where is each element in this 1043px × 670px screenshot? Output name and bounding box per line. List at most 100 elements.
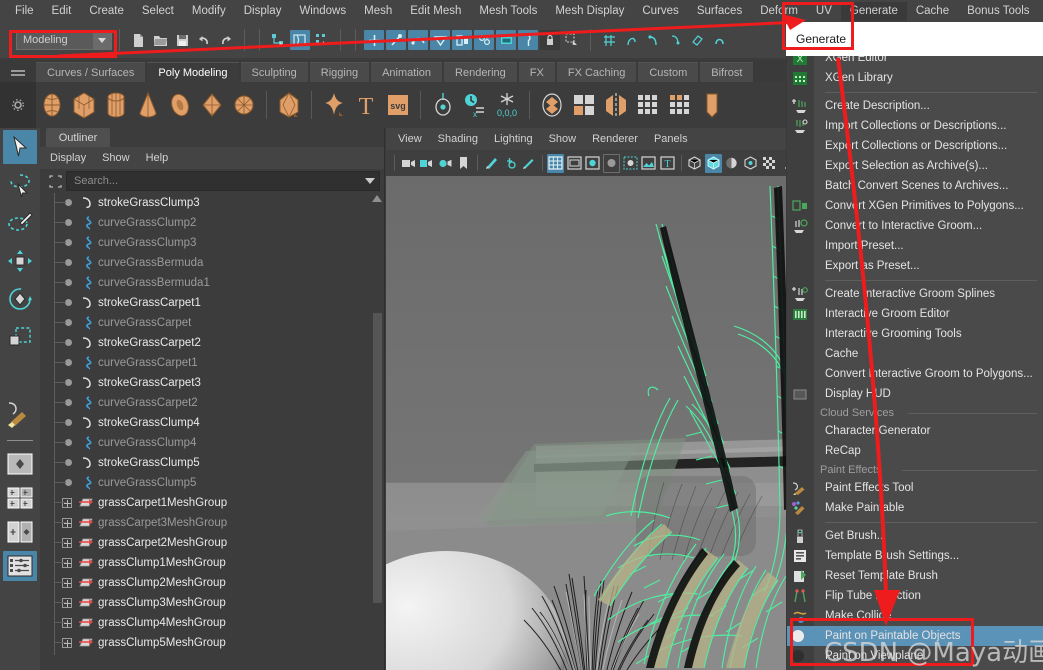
outliner-menu-display[interactable]: Display	[50, 152, 86, 164]
menu-item-convert-xgen-primitives-to-polygons[interactable]: Convert XGen Primitives to Polygons...	[787, 196, 1043, 216]
mask-dynamic-icon[interactable]	[474, 30, 494, 50]
expand-toggle-icon[interactable]	[54, 513, 76, 533]
outliner-tab[interactable]: Outliner	[46, 128, 110, 147]
snap-point-icon[interactable]	[643, 30, 663, 50]
lighting-icon[interactable]	[687, 154, 704, 173]
outliner-row[interactable]: grassClump3MeshGroup	[40, 593, 384, 613]
chevron-down-icon[interactable]	[93, 31, 111, 49]
menu-item-uv[interactable]: UV	[807, 2, 841, 21]
mask-deform-icon[interactable]	[452, 30, 472, 50]
menu-item-modify[interactable]: Modify	[183, 2, 235, 21]
outliner-persp-layout-icon[interactable]	[3, 551, 37, 581]
outliner-row[interactable]: grassCarpet1MeshGroup	[40, 493, 384, 513]
outliner-row[interactable]: grassCarpet4MeshGroup	[40, 653, 384, 655]
select-by-hierarchy-icon[interactable]	[268, 30, 288, 50]
menu-item-interactive-grooming-tools[interactable]: Interactive Grooming Tools	[787, 324, 1043, 344]
menu-item-export-collections-or-descriptions[interactable]: Export Collections or Descriptions...	[787, 136, 1043, 156]
mask-surface-icon[interactable]	[430, 30, 450, 50]
mask-curve-icon[interactable]	[408, 30, 428, 50]
menu-item-display[interactable]: Display	[235, 2, 291, 21]
viewport-menu-show[interactable]: Show	[549, 133, 577, 145]
outliner-row[interactable]: grassClump2MeshGroup	[40, 573, 384, 593]
undo-icon[interactable]	[194, 30, 214, 50]
poly-cylinder-icon[interactable]	[101, 88, 131, 122]
expand-toggle-icon[interactable]	[54, 553, 76, 573]
generate-dropdown-menu[interactable]: X XGen Editor XGen Library Create Descripti…	[786, 48, 1043, 670]
poly-svg-icon[interactable]: svg	[383, 88, 413, 122]
time-keys-icon[interactable]: x	[460, 88, 490, 122]
menu-item-mesh-display[interactable]: Mesh Display	[546, 2, 633, 21]
shelf-tab-sculpting[interactable]: Sculpting	[240, 62, 308, 82]
poly-soft-icon[interactable]	[319, 88, 349, 122]
outliner-row[interactable]: strokeGrassClump5	[40, 453, 384, 473]
outliner-row[interactable]: strokeGrassClump4	[40, 413, 384, 433]
poly-disc-icon[interactable]	[229, 88, 259, 122]
shadows-icon[interactable]	[742, 154, 759, 173]
outliner-row[interactable]: strokeGrassCarpet3	[40, 373, 384, 393]
outliner-menu-show[interactable]: Show	[102, 152, 130, 164]
menu-item-interactive-groom-editor[interactable]: Interactive Groom Editor	[787, 304, 1043, 324]
image-plane-icon[interactable]	[483, 154, 500, 173]
menu-item-surfaces[interactable]: Surfaces	[688, 2, 751, 21]
mask-joint-icon[interactable]	[386, 30, 406, 50]
shelf-tab-curves-surfaces[interactable]: Curves / Surfaces	[36, 62, 146, 82]
combine-icon[interactable]	[537, 88, 567, 122]
shelf-tab-animation[interactable]: Animation	[371, 62, 443, 82]
outliner-row[interactable]: grassClump5MeshGroup	[40, 633, 384, 653]
outliner-tree[interactable]: strokeGrassClump3 curveGrassClump2 curveGr…	[40, 193, 384, 655]
menu-item-windows[interactable]: Windows	[290, 2, 355, 21]
menu-item-file[interactable]: File	[6, 2, 43, 21]
two-view-layout-icon[interactable]	[3, 517, 37, 547]
quad-draw-icon[interactable]	[665, 88, 695, 122]
resolution-gate-icon[interactable]	[501, 154, 518, 173]
2d-pan-zoom-icon[interactable]	[520, 154, 537, 173]
expand-toggle-icon[interactable]	[54, 573, 76, 593]
poly-cone-icon[interactable]	[133, 88, 163, 122]
multicut-icon[interactable]	[569, 88, 599, 122]
outliner-row[interactable]: grassCarpet3MeshGroup	[40, 513, 384, 533]
menu-item-get-brush[interactable]: Get Brush...	[787, 526, 1043, 546]
poly-cube-icon[interactable]	[69, 88, 99, 122]
bookmark-icon[interactable]	[456, 154, 473, 173]
menu-item-template-brush-settings[interactable]: Template Brush Settings...	[787, 546, 1043, 566]
scroll-up-arrow-icon[interactable]	[372, 195, 382, 202]
menu-item-cache[interactable]: Cache	[907, 2, 958, 21]
move-tool-icon[interactable]	[3, 244, 37, 278]
snap-view-plane-icon[interactable]	[687, 30, 707, 50]
menu-item-mesh-tools[interactable]: Mesh Tools	[470, 2, 546, 21]
viewport-menu-view[interactable]: View	[398, 133, 422, 145]
outliner-row[interactable]: strokeGrassClump3	[40, 193, 384, 213]
snap-magnet-icon[interactable]	[709, 30, 729, 50]
outliner-row[interactable]: curveGrassClump4	[40, 433, 384, 453]
shelf-tab-rendering[interactable]: Rendering	[444, 62, 517, 82]
menu-item-make-collide[interactable]: Make Collide	[787, 606, 1043, 626]
outliner-row[interactable]: curveGrassCarpet	[40, 313, 384, 333]
film-gate-icon[interactable]	[566, 154, 583, 173]
poly-sphere-icon[interactable]	[37, 88, 67, 122]
viewport-menu-shading[interactable]: Shading	[438, 133, 478, 145]
menu-item-recap[interactable]: ReCap	[787, 441, 1043, 461]
outliner-row[interactable]: strokeGrassCarpet2	[40, 333, 384, 353]
menu-set-dropdown[interactable]: Modeling	[16, 30, 112, 50]
viewport-menu-panels[interactable]: Panels	[654, 133, 688, 145]
expand-toggle-icon[interactable]	[54, 493, 76, 513]
search-input[interactable]: Search...	[66, 171, 380, 191]
bevel-icon[interactable]	[697, 88, 727, 122]
shelf-tab-rigging[interactable]: Rigging	[309, 62, 370, 82]
menu-item-curves[interactable]: Curves	[633, 2, 687, 21]
poly-torus-icon[interactable]	[165, 88, 195, 122]
menu-item-flip-tube-direction[interactable]: Flip Tube Direction	[787, 586, 1043, 606]
camera-icon[interactable]	[400, 154, 417, 173]
menu-item-export-as-preset[interactable]: Export as Preset...	[787, 256, 1043, 276]
menu-item-select[interactable]: Select	[133, 2, 183, 21]
mirror-icon[interactable]	[601, 88, 631, 122]
chevron-down-icon[interactable]	[365, 178, 375, 184]
menu-item-edit-mesh[interactable]: Edit Mesh	[401, 2, 470, 21]
wireframe-on-shaded-icon[interactable]	[603, 153, 621, 173]
smooth-shade-icon[interactable]	[705, 153, 722, 173]
four-view-layout-icon[interactable]	[3, 483, 37, 513]
mask-misc-icon[interactable]	[518, 30, 538, 50]
shelf-handle-icon[interactable]	[0, 60, 36, 82]
shelf-tab-bifrost[interactable]: Bifrost	[700, 62, 754, 82]
menu-item-bonus-tools[interactable]: Bonus Tools	[958, 2, 1038, 21]
